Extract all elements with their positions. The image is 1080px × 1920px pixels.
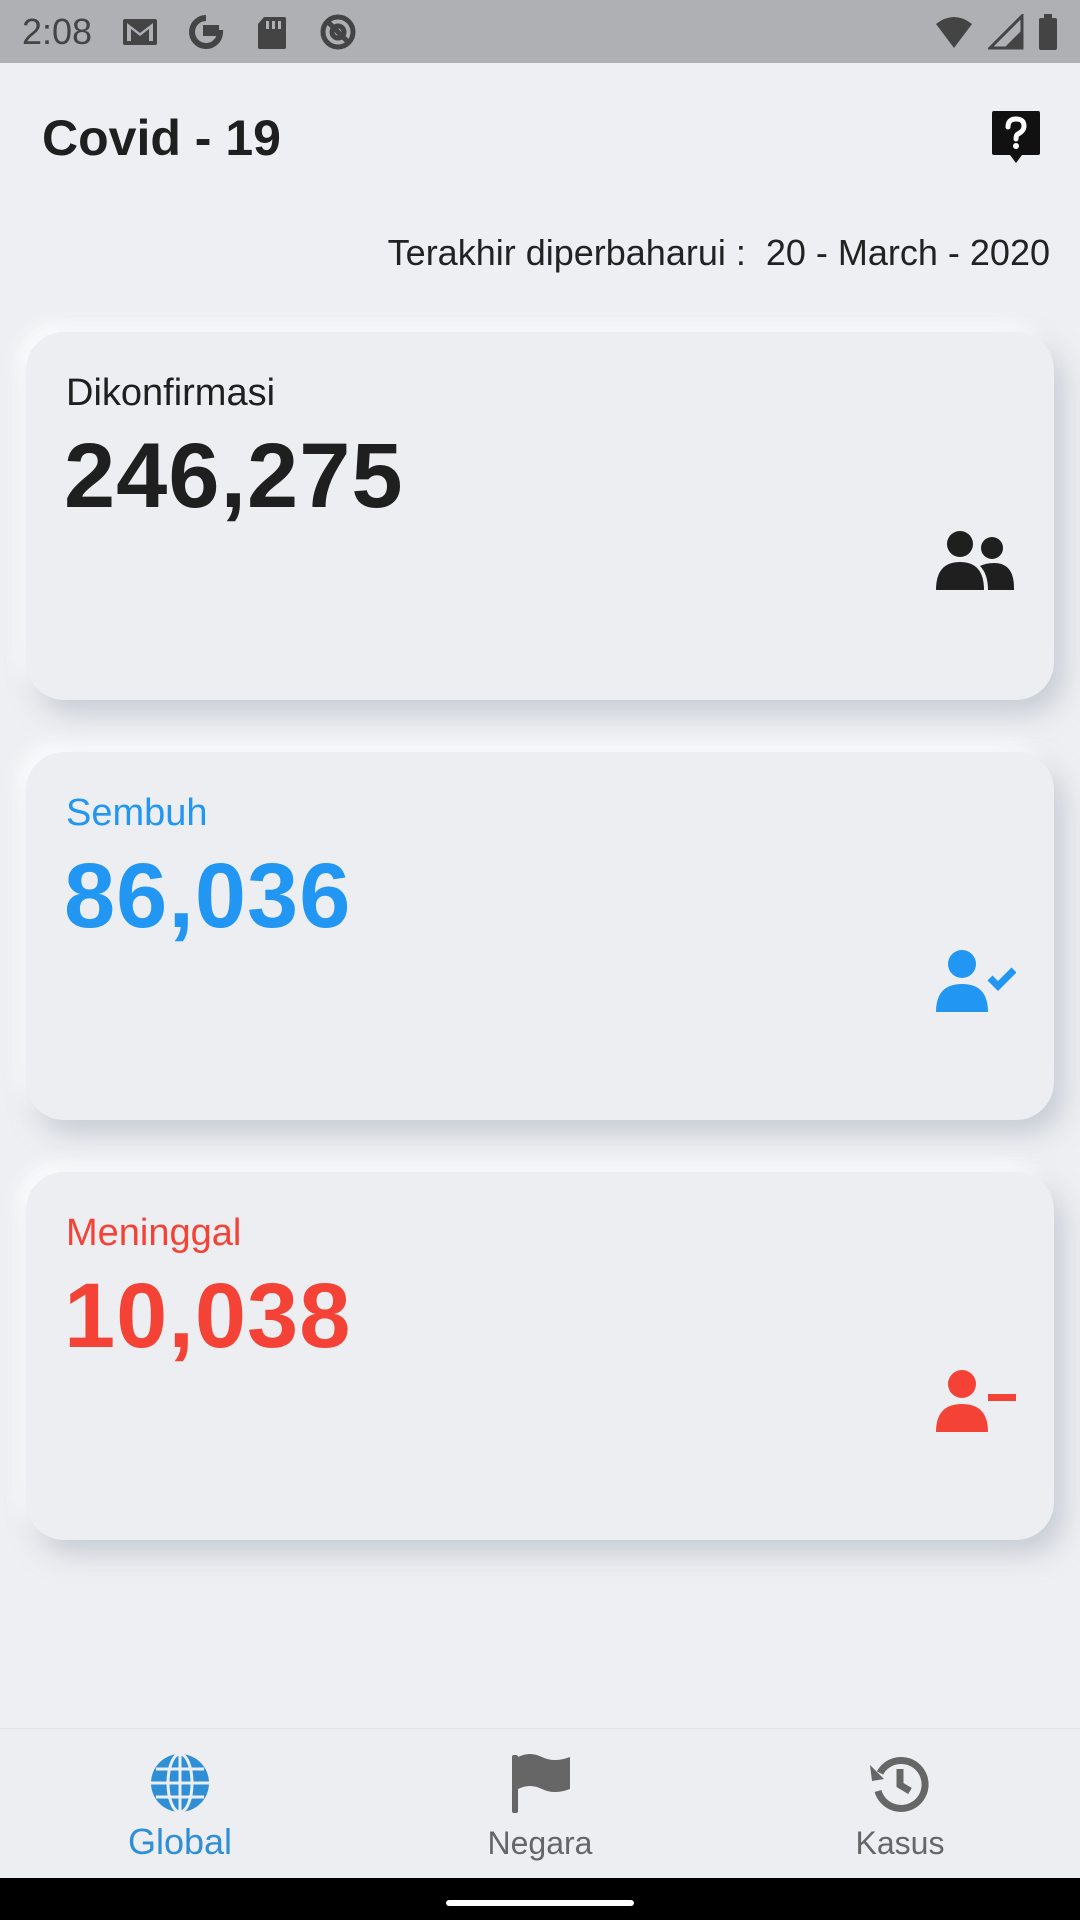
notification-icons — [120, 12, 358, 52]
nav-negara[interactable]: Negara — [360, 1729, 720, 1878]
user-check-icon — [936, 950, 1016, 1012]
sd-card-icon — [258, 16, 287, 49]
nav-global-label: Global — [127, 1821, 233, 1862]
system-icons — [934, 13, 1058, 50]
help-bubble-icon — [992, 111, 1040, 163]
globe-icon — [151, 1752, 209, 1814]
user-minus-icon — [936, 1370, 1016, 1432]
google-icon — [189, 14, 224, 49]
wifi-icon — [936, 16, 972, 48]
gesture-navigation-bar — [0, 1878, 1080, 1920]
recovered-label: Sembuh — [66, 792, 208, 834]
cell-signal-icon — [988, 13, 1024, 49]
deaths-label: Meninggal — [66, 1212, 242, 1254]
recovered-card: Sembuh 86,036 — [26, 752, 1054, 1120]
status-time: 2:08 — [22, 10, 93, 52]
history-icon — [870, 1757, 929, 1812]
gmail-icon — [123, 18, 158, 45]
home-gesture-handle[interactable] — [446, 1900, 634, 1906]
flag-icon — [512, 1754, 570, 1813]
page-title: Covid - 19 — [42, 110, 281, 166]
confirmed-card: Dikonfirmasi 246,275 — [26, 332, 1054, 700]
nav-global[interactable]: Global — [0, 1729, 360, 1878]
nav-kasus-label: Kasus — [855, 1825, 945, 1861]
users-icon — [936, 531, 1014, 590]
nav-kasus[interactable]: Kasus — [720, 1729, 1080, 1878]
at-sign-icon — [320, 14, 356, 49]
confirmed-label: Dikonfirmasi — [66, 372, 276, 414]
nav-negara-label: Negara — [487, 1825, 593, 1861]
help-button[interactable] — [990, 109, 1042, 165]
deaths-value: 10,038 — [64, 1265, 352, 1367]
confirmed-value: 246,275 — [64, 425, 404, 527]
bottom-navigation: Global Negara Kasus — [0, 1728, 1080, 1878]
app-bar: Covid - 19 — [0, 63, 1080, 213]
last-updated-text: Terakhir diperbaharui : 20 - March - 202… — [387, 232, 1050, 273]
battery-icon — [1039, 13, 1057, 50]
recovered-value: 86,036 — [64, 845, 352, 947]
deaths-card: Meninggal 10,038 — [26, 1172, 1054, 1540]
status-bar: 2:08 — [0, 0, 1080, 63]
